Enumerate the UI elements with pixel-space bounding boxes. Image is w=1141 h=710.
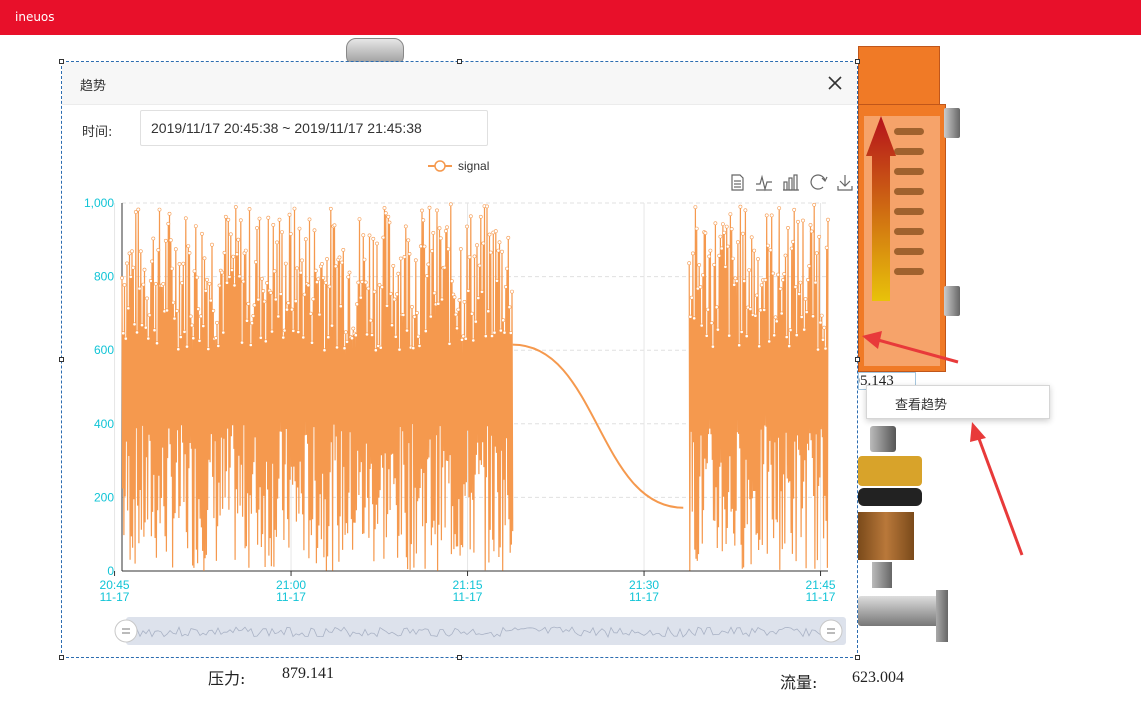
annotation-arrow [862,331,959,364]
selection-outline [61,61,858,658]
pressure-value: 879.141 [282,665,334,682]
flow-value: 623.004 [852,669,904,686]
resize-handle[interactable] [59,59,64,64]
annotation-arrow [970,422,1024,556]
resize-handle[interactable] [457,59,462,64]
pressure-label: 压力: [208,669,246,688]
resize-handle[interactable] [457,655,462,660]
flow-label: 流量: [780,673,818,692]
resize-handle[interactable] [855,59,860,64]
resize-handle[interactable] [59,655,64,660]
resize-handle[interactable] [855,357,860,362]
resize-handle[interactable] [59,357,64,362]
resize-handle[interactable] [855,655,860,660]
